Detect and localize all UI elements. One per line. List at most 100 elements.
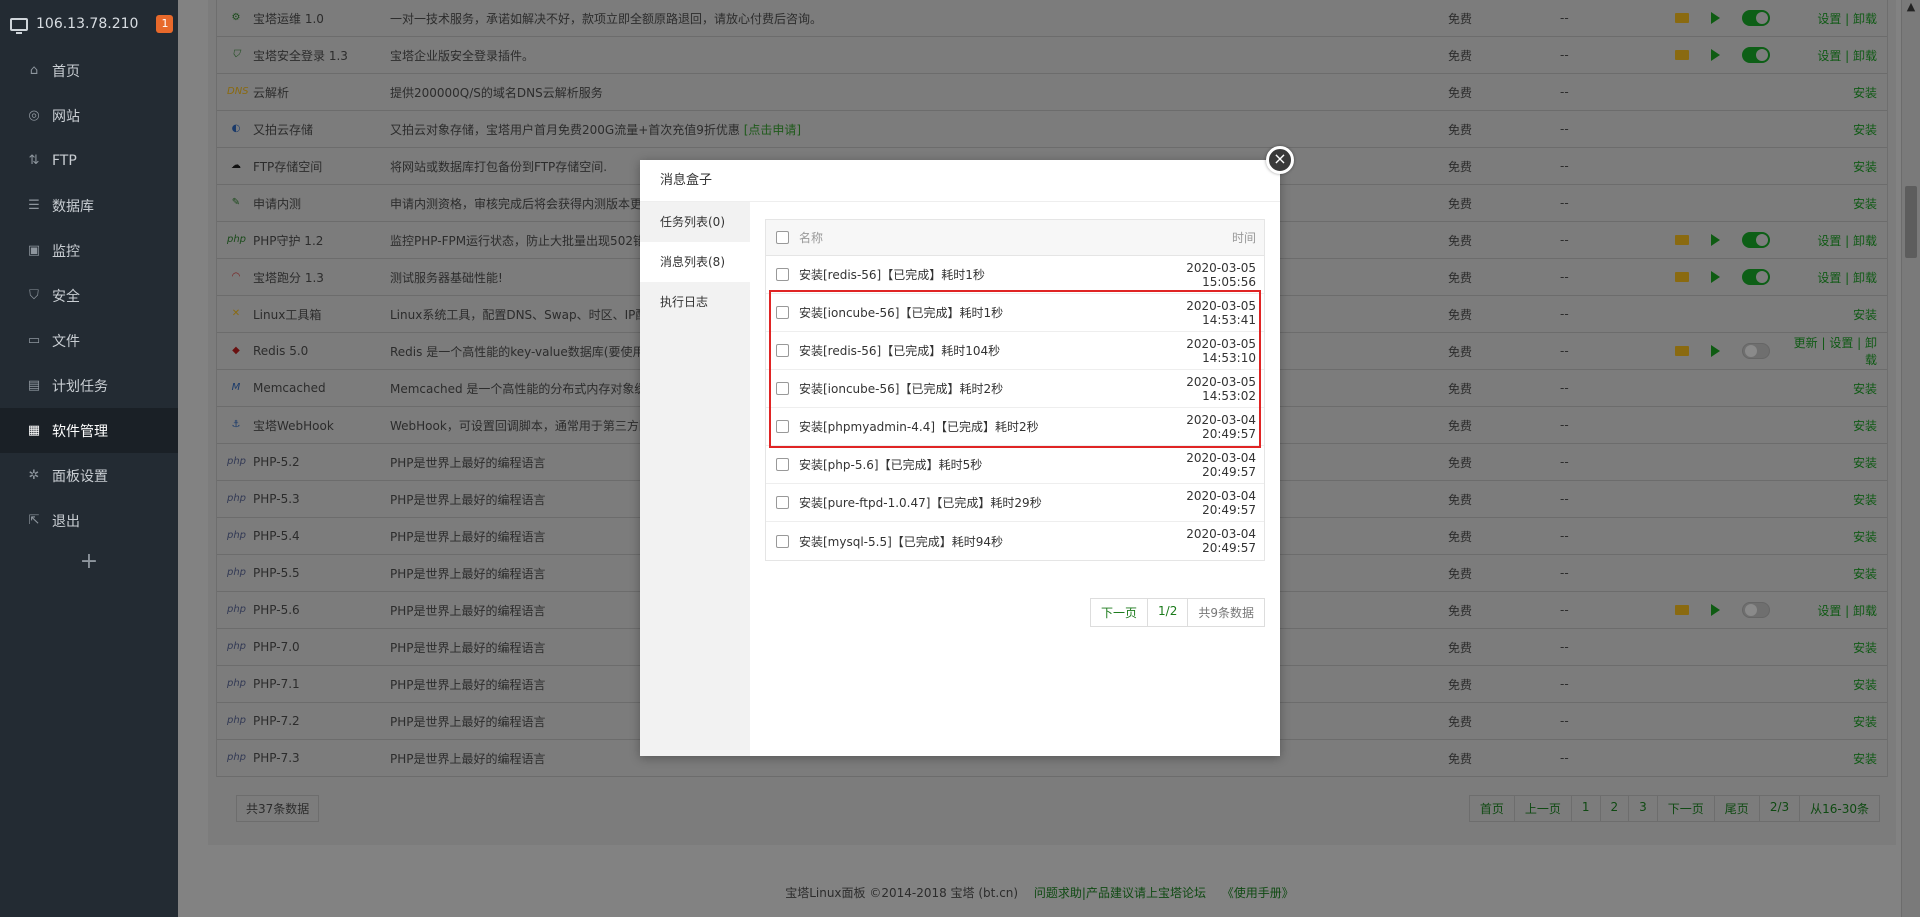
description-text: PHP是世界上最好的编程语言 (390, 529, 546, 544)
page-button[interactable]: 上一页 (1513, 796, 1571, 821)
folder-icon[interactable] (1675, 50, 1689, 60)
page-button[interactable]: 首页 (1470, 796, 1514, 821)
home-display-toggle[interactable] (1742, 10, 1770, 26)
play-icon[interactable] (1711, 234, 1720, 246)
action-links[interactable]: 安装 (1785, 417, 1887, 434)
sidebar-item-5[interactable]: ▣ 监控 (0, 228, 178, 273)
page-button[interactable]: 下一页 (1656, 796, 1714, 821)
manual-link[interactable]: 《使用手册》 (1222, 886, 1294, 900)
message-checkbox[interactable] (776, 420, 789, 433)
home-display-toggle[interactable] (1742, 269, 1770, 285)
price: 免费 (1448, 85, 1473, 100)
apply-link[interactable]: [点击申请] (744, 123, 801, 137)
message-name: 安装[phpmyadmin-4.4]【已完成】耗时2秒 (799, 420, 1039, 434)
action-links[interactable]: 设置 | 卸载 (1785, 47, 1887, 64)
action-links[interactable]: 安装 (1785, 380, 1887, 397)
play-icon[interactable] (1711, 49, 1720, 61)
help-link[interactable]: 问题求助|产品建议请上宝塔论坛 (1034, 886, 1206, 900)
home-display-toggle[interactable] (1742, 232, 1770, 248)
price: 免费 (1448, 270, 1473, 285)
folder-icon[interactable] (1675, 235, 1689, 245)
sidebar-item-10[interactable]: ✲ 面板设置 (0, 453, 178, 498)
page-scrollbar[interactable]: ▲ (1901, 0, 1920, 917)
message-checkbox[interactable] (776, 344, 789, 357)
message-checkbox[interactable] (776, 458, 789, 471)
expire-date: -- (1560, 122, 1569, 136)
message-checkbox[interactable] (776, 306, 789, 319)
action-links[interactable]: 设置 | 卸载 (1785, 269, 1887, 286)
page-button[interactable]: 1 (1570, 796, 1600, 821)
home-display-toggle[interactable] (1742, 47, 1770, 63)
server-host[interactable]: 106.13.78.210 1 (0, 0, 178, 48)
notification-badge[interactable]: 1 (156, 15, 174, 33)
sidebar-item-label: 文件 (52, 333, 80, 350)
sidebar-nav: ⌂ 首页 ◎ 网站 ⇅ FTP ☰ 数据库 ▣ 监控 ⛉ 安全 ▭ 文件 ▤ 计划任务 ▦ 软件管理 ✲ 面板设置 ⇱ 退… (0, 48, 178, 543)
action-links[interactable]: 安装 (1785, 491, 1887, 508)
dialog-tab-3[interactable]: 执行日志 (640, 282, 750, 322)
action-links[interactable]: 设置 | 卸载 (1785, 10, 1887, 27)
play-icon[interactable] (1711, 271, 1720, 283)
action-links[interactable]: 设置 | 卸载 (1785, 232, 1887, 249)
sidebar-item-4[interactable]: ☰ 数据库 (0, 183, 178, 228)
add-icon[interactable]: + (0, 549, 178, 574)
sidebar-item-1[interactable]: ⌂ 首页 (0, 48, 178, 93)
price: 免费 (1448, 714, 1473, 729)
action-links[interactable]: 安装 (1785, 84, 1887, 101)
page-button[interactable]: 3 (1628, 796, 1657, 821)
action-links[interactable]: 安装 (1785, 195, 1887, 212)
play-icon[interactable] (1711, 345, 1720, 357)
message-time: 2020-03-04 20:49:57 (1186, 450, 1256, 479)
play-icon[interactable] (1711, 604, 1720, 616)
message-checkbox[interactable] (776, 534, 789, 548)
action-links[interactable]: 安装 (1785, 639, 1887, 656)
action-links[interactable]: 安装 (1785, 713, 1887, 730)
page-button[interactable]: 从16-30条 (1799, 796, 1879, 821)
sidebar-item-2[interactable]: ◎ 网站 (0, 93, 178, 138)
scrollbar-thumb[interactable] (1905, 186, 1917, 258)
action-links[interactable]: 安装 (1785, 676, 1887, 693)
scroll-up-icon[interactable]: ▲ (1902, 0, 1920, 13)
message-row: 安装[redis-56]【已完成】耗时104秒 2020-03-05 14:53:… (766, 332, 1264, 370)
page-button[interactable]: 2/3 (1758, 796, 1799, 821)
select-all-checkbox[interactable] (776, 231, 789, 244)
dialog-body: 名称 时间 安装[redis-56]【已完成】耗时1秒 2020-03-05 15… (750, 202, 1280, 756)
folder-icon[interactable] (1675, 346, 1689, 356)
software-name-cell: php PHP-7.2 (217, 712, 380, 730)
folder-icon[interactable] (1675, 272, 1689, 282)
price: 免费 (1448, 455, 1473, 470)
action-links[interactable]: 安装 (1785, 750, 1887, 767)
sidebar-item-8[interactable]: ▤ 计划任务 (0, 363, 178, 408)
page-button[interactable]: 尾页 (1713, 796, 1759, 821)
description-text: Linux系统工具，配置DNS、Swap、时区、IP配置 (390, 307, 660, 322)
action-links[interactable]: 更新 | 设置 | 卸载 (1785, 334, 1887, 368)
message-name: 安装[redis-56]【已完成】耗时1秒 (799, 268, 985, 282)
action-links[interactable]: 安装 (1785, 565, 1887, 582)
page-button[interactable]: 2 (1599, 796, 1629, 821)
action-links[interactable]: 安装 (1785, 454, 1887, 471)
sidebar-item-9[interactable]: ▦ 软件管理 (0, 408, 178, 453)
sidebar-item-3[interactable]: ⇅ FTP (0, 138, 178, 183)
home-display-toggle[interactable] (1742, 602, 1770, 618)
action-links[interactable]: 安装 (1785, 528, 1887, 545)
sidebar-item-11[interactable]: ⇱ 退出 (0, 498, 178, 543)
software-name: 云解析 (253, 85, 290, 100)
action-links[interactable]: 安装 (1785, 158, 1887, 175)
sidebar-item-7[interactable]: ▭ 文件 (0, 318, 178, 363)
action-links[interactable]: 设置 | 卸载 (1785, 602, 1887, 619)
dialog-tab-2[interactable]: 消息列表(8) (640, 242, 750, 282)
message-name: 安装[ioncube-56]【已完成】耗时2秒 (799, 382, 1004, 396)
home-display-toggle[interactable] (1742, 343, 1770, 359)
dialog-tab-1[interactable]: 任务列表(0) (640, 202, 750, 242)
action-links[interactable]: 安装 (1785, 306, 1887, 323)
play-icon[interactable] (1711, 12, 1720, 24)
message-checkbox[interactable] (776, 382, 789, 395)
action-links[interactable]: 安装 (1785, 121, 1887, 138)
sidebar-item-6[interactable]: ⛉ 安全 (0, 273, 178, 318)
next-page-button[interactable]: 下一页 (1091, 599, 1147, 626)
folder-icon[interactable] (1675, 13, 1689, 23)
message-checkbox[interactable] (776, 496, 789, 509)
folder-icon[interactable] (1675, 605, 1689, 615)
close-icon[interactable]: × (1266, 146, 1294, 174)
message-name: 安装[ioncube-56]【已完成】耗时1秒 (799, 306, 1004, 320)
message-checkbox[interactable] (776, 268, 789, 281)
